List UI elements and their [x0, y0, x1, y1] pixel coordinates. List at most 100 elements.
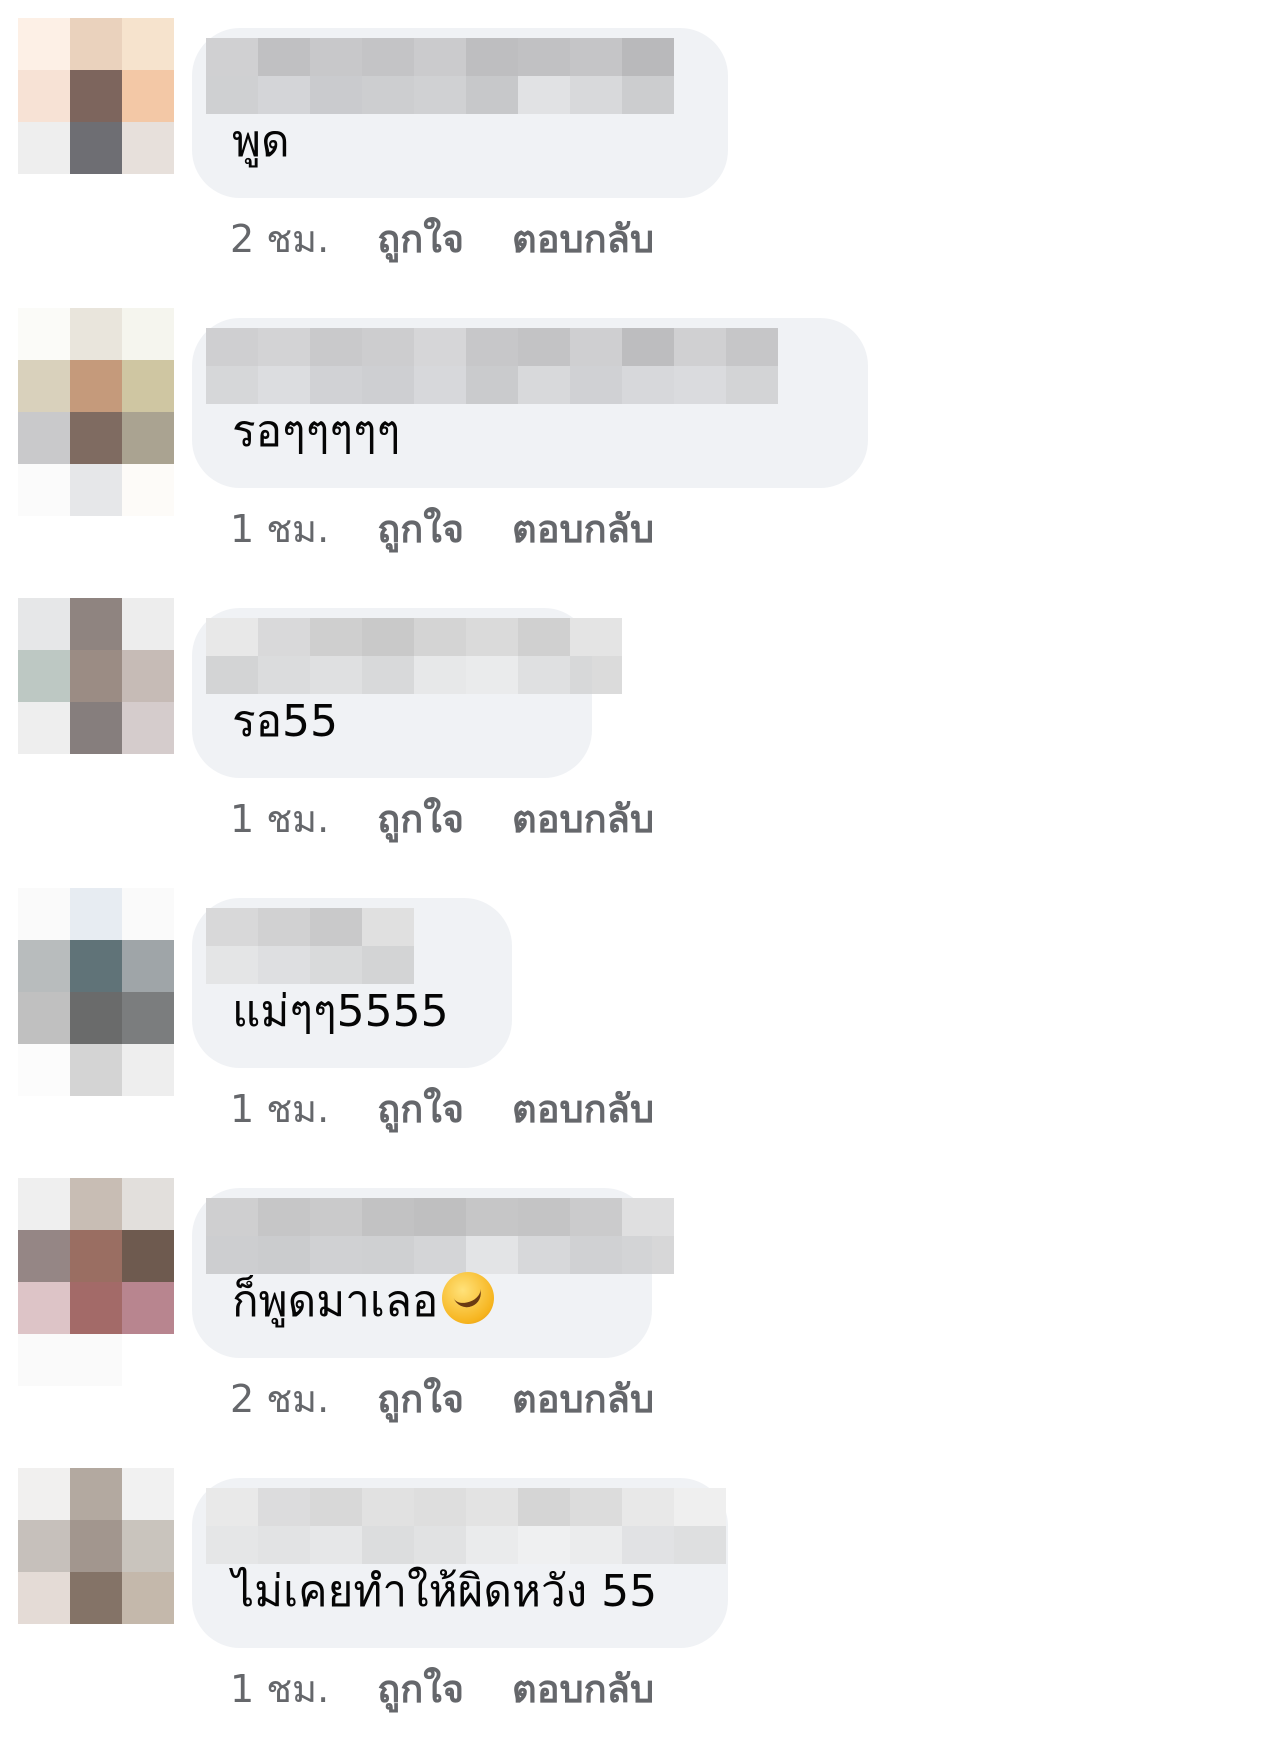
avatar-pixel	[18, 702, 70, 754]
commenter-name-blurred[interactable]	[206, 908, 414, 984]
name-blur-pixel	[570, 618, 622, 656]
reply-button[interactable]: ตอบกลับ	[512, 208, 654, 269]
name-blur-pixel	[310, 76, 362, 114]
avatar[interactable]	[18, 1468, 174, 1676]
name-blur-pixel	[414, 38, 466, 76]
like-button[interactable]: ถูกใจ	[377, 1658, 464, 1719]
name-blur-row	[206, 618, 622, 656]
name-blur-pixel	[570, 366, 622, 404]
comment-item: พูด 2 ชม. ถูกใจ ตอบกลับ	[0, 18, 1280, 308]
name-blur-pixel	[518, 328, 570, 366]
name-blur-pixel	[414, 656, 466, 694]
commenter-name-blurred[interactable]	[206, 38, 674, 114]
avatar-pixel	[122, 1282, 174, 1334]
reply-button[interactable]: ตอบกลับ	[512, 498, 654, 559]
avatar-pixel	[18, 940, 70, 992]
avatar-pixel	[122, 888, 174, 940]
comment-timestamp[interactable]: 1 ชม.	[230, 1078, 329, 1139]
like-button[interactable]: ถูกใจ	[377, 208, 464, 269]
comment-actions: 1 ชม. ถูกใจ ตอบกลับ	[230, 498, 654, 559]
comment-item: รอๆๆๆๆๆ 1 ชม. ถูกใจ ตอบกลับ	[0, 308, 1280, 598]
name-blur-pixel	[466, 1488, 518, 1526]
comment-text-content: ก็พูดมาเลอ	[232, 1276, 439, 1327]
name-blur-pixel	[414, 618, 466, 656]
comment-text: ก็พูดมาเลอ	[232, 1266, 495, 1336]
reply-button[interactable]: ตอบกลับ	[512, 1658, 654, 1719]
comment-timestamp[interactable]: 1 ชม.	[230, 788, 329, 849]
avatar-pixel	[122, 598, 174, 650]
name-blur-pixel	[362, 656, 414, 694]
commenter-name-blurred[interactable]	[206, 618, 622, 694]
name-blur-row	[206, 38, 674, 76]
reply-button[interactable]: ตอบกลับ	[512, 1368, 654, 1429]
commenter-name-blurred[interactable]	[206, 1198, 674, 1274]
comment-timestamp[interactable]: 1 ชม.	[230, 1658, 329, 1719]
avatar-pixel	[18, 412, 70, 464]
comment-timestamp[interactable]: 2 ชม.	[230, 1368, 329, 1429]
avatar[interactable]	[18, 598, 174, 806]
avatar-pixel	[122, 70, 174, 122]
like-button[interactable]: ถูกใจ	[377, 498, 464, 559]
name-blur-pixel	[570, 1198, 622, 1236]
name-blur-pixel	[622, 366, 674, 404]
avatar[interactable]	[18, 18, 174, 226]
name-blur-pixel	[310, 328, 362, 366]
avatar[interactable]	[18, 1178, 174, 1386]
rolling-on-floor-laughing-icon	[442, 1272, 495, 1324]
avatar-pixel	[122, 1230, 174, 1282]
name-blur-pixel	[622, 1488, 674, 1526]
avatar-pixel	[18, 1334, 70, 1386]
name-blur-pixel	[726, 366, 778, 404]
comment-text-content: พูด	[232, 116, 290, 167]
name-blur-pixel	[258, 1198, 310, 1236]
comment-text: พูด	[232, 106, 290, 176]
avatar-pixel	[18, 1044, 70, 1096]
avatar-pixel	[122, 650, 174, 702]
name-blur-pixel	[206, 1488, 258, 1526]
avatar-pixel	[18, 1468, 70, 1520]
name-blur-row	[206, 908, 414, 946]
name-blur-pixel	[206, 908, 258, 946]
commenter-name-blurred[interactable]	[206, 1488, 726, 1564]
reply-button[interactable]: ตอบกลับ	[512, 1078, 654, 1139]
like-button[interactable]: ถูกใจ	[377, 1078, 464, 1139]
comment-timestamp[interactable]: 2 ชม.	[230, 208, 329, 269]
name-blur-pixel	[310, 1488, 362, 1526]
name-blur-pixel	[674, 1488, 726, 1526]
avatar-pixel	[122, 122, 174, 174]
like-button[interactable]: ถูกใจ	[377, 788, 464, 849]
name-blur-pixel	[622, 76, 674, 114]
comment-timestamp[interactable]: 1 ชม.	[230, 498, 329, 559]
avatar-pixel	[70, 1468, 122, 1520]
name-blur-pixel	[518, 366, 570, 404]
avatar-pixel	[70, 650, 122, 702]
avatar[interactable]	[18, 308, 174, 516]
avatar[interactable]	[18, 888, 174, 1096]
name-blur-pixel	[414, 76, 466, 114]
name-blur-pixel	[466, 38, 518, 76]
avatar-pixel	[122, 18, 174, 70]
name-blur-pixel	[206, 1198, 258, 1236]
avatar-pixel	[122, 1044, 174, 1096]
avatar-pixel	[122, 1468, 174, 1520]
comment-item: ไม่เคยทำให้ผิดหวัง 55 1 ชม. ถูกใจ ตอบกลับ	[0, 1468, 1280, 1758]
name-blur-pixel	[518, 38, 570, 76]
comment-actions: 1 ชม. ถูกใจ ตอบกลับ	[230, 788, 654, 849]
avatar-pixel	[18, 992, 70, 1044]
commenter-name-blurred[interactable]	[206, 328, 778, 404]
avatar-pixel	[18, 1520, 70, 1572]
avatar-pixel	[70, 1624, 122, 1676]
like-button[interactable]: ถูกใจ	[377, 1368, 464, 1429]
avatar-pixel	[18, 174, 70, 226]
comment-text-content: รอๆๆๆๆๆ	[232, 406, 401, 457]
comment-list: พูด 2 ชม. ถูกใจ ตอบกลับ รอๆๆๆๆๆ 1 ชม. ถูกใจ ตอบ…	[0, 0, 1280, 1753]
reply-button[interactable]: ตอบกลับ	[512, 788, 654, 849]
name-blur-pixel	[466, 328, 518, 366]
avatar-pixel	[70, 1520, 122, 1572]
name-blur-pixel	[362, 618, 414, 656]
name-blur-pixel	[258, 618, 310, 656]
comment-bubble: แม่ๆๆ5555	[192, 898, 512, 1068]
avatar-pixel	[70, 1334, 122, 1386]
name-blur-pixel	[518, 1198, 570, 1236]
avatar-pixel	[18, 360, 70, 412]
